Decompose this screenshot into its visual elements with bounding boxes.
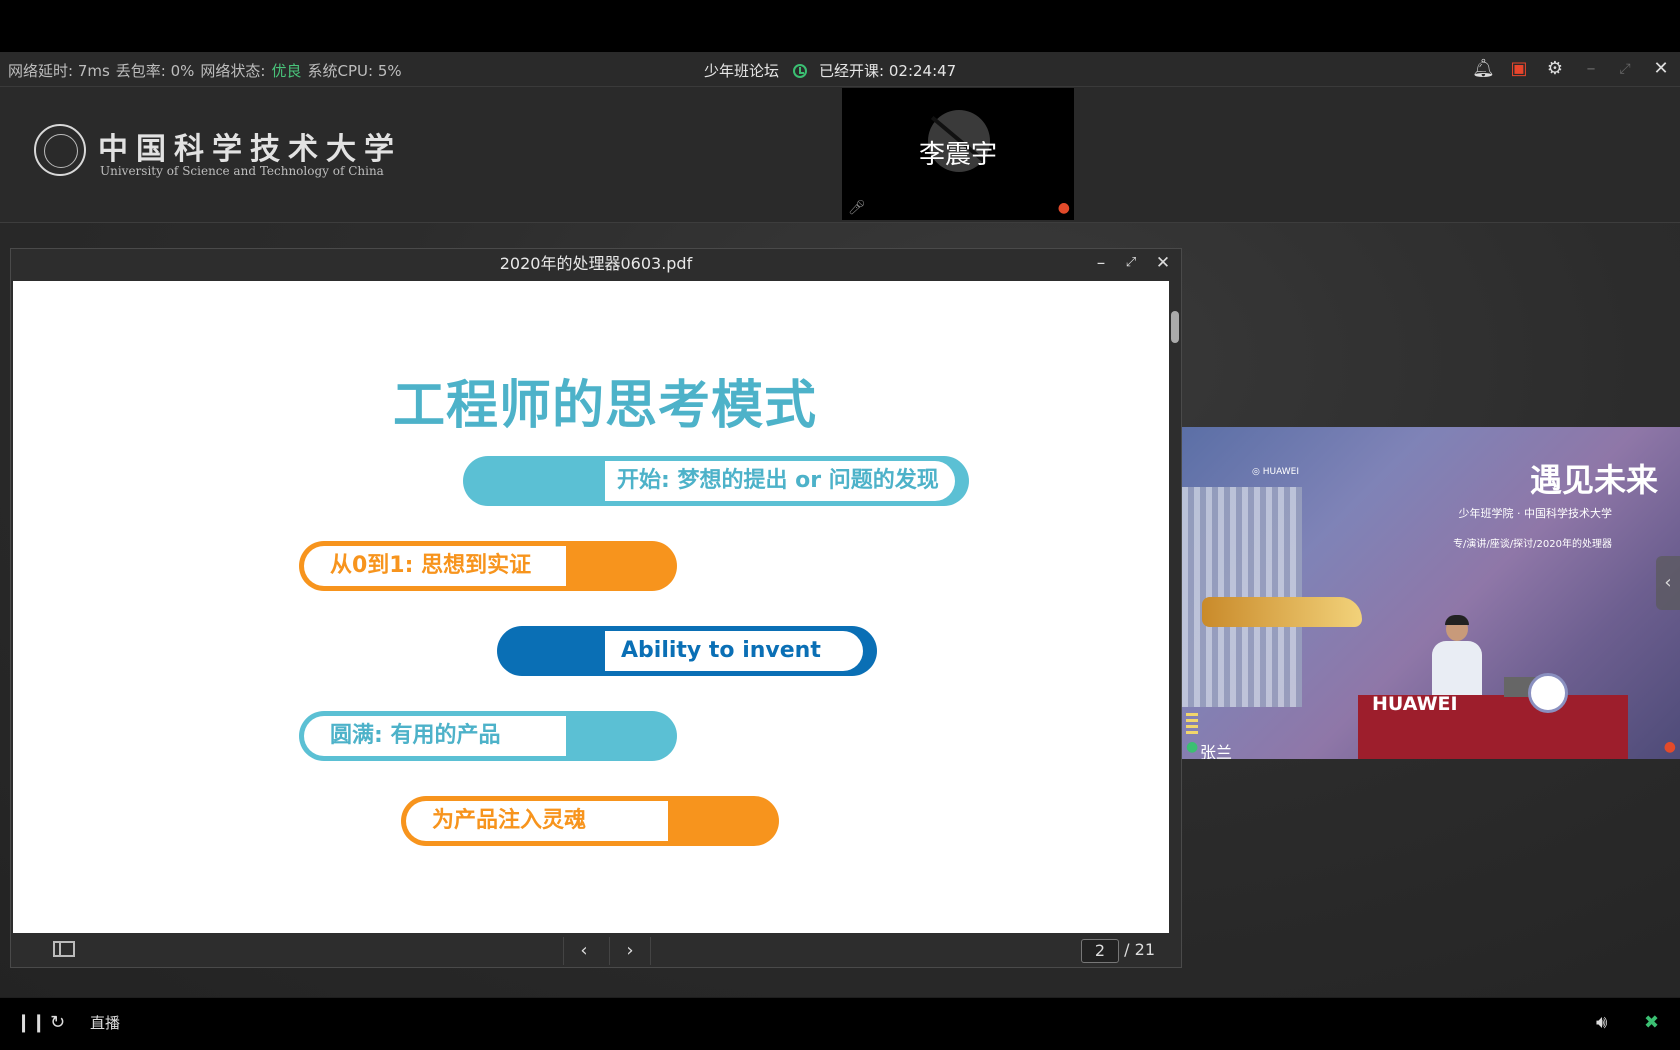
huawei-logo: HUAWEI xyxy=(1372,693,1458,715)
slide-item-start: 开始: 梦想的提出 or 问题的发现 xyxy=(463,456,969,506)
collapse-panel-button[interactable]: ‹ xyxy=(1656,556,1680,610)
clock-icon xyxy=(793,64,808,78)
close-icon[interactable]: ✕ xyxy=(1650,58,1672,80)
gift-icon[interactable]: ▣ xyxy=(1508,58,1530,80)
volume-icon[interactable]: 🔊︎ xyxy=(1596,1012,1607,1034)
cpu-text: 系统CPU: 5% xyxy=(307,62,402,80)
pause-icon[interactable]: ❙❙ xyxy=(16,1012,46,1034)
slide-item-ability: Ability to invent xyxy=(497,626,877,676)
exit-fullscreen-icon[interactable]: ✖ xyxy=(1644,1012,1659,1034)
elapsed-time: 02:24:47 xyxy=(888,62,957,80)
elapsed-label: 已经开课: xyxy=(819,62,885,80)
course-info: 少年班论坛 已经开课: 02:24:47 xyxy=(704,60,956,81)
pdf-toolbar: ‹ › 2 / 21 xyxy=(11,935,1181,967)
pdf-scrollbar[interactable] xyxy=(1169,281,1181,933)
page-total: / 21 xyxy=(1124,940,1155,959)
network-stats: 网络延时: 7ms 丢包率: 0% 网络状态: 优良 系统CPU: 5% xyxy=(8,60,408,81)
latency-text: 网络延时: 7ms xyxy=(8,62,110,80)
packet-loss-text: 丢包率: 0% xyxy=(115,62,195,80)
pdf-scroll-thumb[interactable] xyxy=(1171,311,1179,343)
video-train xyxy=(1202,597,1362,627)
slide-item-complete: 圆满: 有用的产品 xyxy=(299,711,677,761)
status-bar: 网络延时: 7ms 丢包率: 0% 网络状态: 优良 系统CPU: 5% 少年班论坛 已经… xyxy=(0,52,1680,87)
pdf-close-icon[interactable]: ✕ xyxy=(1153,253,1173,273)
video-subline: 少年班学院 · 中国科学技术大学 xyxy=(1458,507,1613,520)
video-camera-icon: ● xyxy=(1663,739,1676,755)
pdf-page: 工程师的思考模式 开始: 梦想的提出 or 问题的发现 从0到1: 思想到实证 … xyxy=(13,281,1169,933)
playback-bar: ❙❙ ↻ 直播 🔊︎ ✖ xyxy=(0,998,1680,1050)
ustc-logo: 中国科学技术大学 University of Science and Techn… xyxy=(30,122,394,184)
camera-status-icon: ● xyxy=(1057,200,1070,216)
maximize-icon[interactable]: ⤢ xyxy=(1614,58,1636,80)
video-headline: 遇见未来 xyxy=(1529,461,1658,499)
participant-name: 李震宇 xyxy=(918,140,997,170)
slide-item-zero-to-one: 从0到1: 思想到实证 xyxy=(299,541,677,591)
sidebar-toggle-icon[interactable] xyxy=(53,941,75,957)
page-number-input[interactable]: 2 xyxy=(1081,939,1119,963)
volume-meter xyxy=(1186,713,1198,737)
slide-title: 工程师的思考模式 xyxy=(393,376,818,436)
video-tagline: 专/演讲/座谈/探讨/2020年的处理器 xyxy=(1453,539,1612,550)
slide-item-soul: 为产品注入灵魂 xyxy=(401,796,779,846)
desk-seal-icon xyxy=(1528,673,1568,713)
top-letterbox xyxy=(0,0,1680,52)
speaker-figure xyxy=(1430,615,1484,697)
pdf-expand-icon[interactable]: ⤢ xyxy=(1121,253,1141,273)
pdf-minimize-icon[interactable]: – xyxy=(1091,253,1111,273)
gear-icon[interactable]: ⚙ xyxy=(1544,58,1566,80)
lecture-video[interactable]: ◎ HUAWEI 遇见未来 少年班学院 · 中国科学技术大学 专/演讲/座谈/探… xyxy=(1182,427,1680,759)
video-sponsor-logos: ◎ HUAWEI xyxy=(1252,467,1299,477)
course-title: 少年班论坛 xyxy=(704,62,780,80)
speaker-name: 张兰 xyxy=(1200,743,1233,759)
network-label: 网络状态: xyxy=(200,62,266,80)
logo-chinese: 中国科学技术大学 xyxy=(98,132,402,167)
logo-english: University of Science and Technology of … xyxy=(100,164,384,178)
ustc-seal-icon xyxy=(34,124,86,176)
network-status-value: 优良 xyxy=(271,62,302,80)
mic-muted-icon: 🎤︎ xyxy=(848,200,866,216)
speaker-mic-icon: ● xyxy=(1186,739,1199,755)
minimize-icon[interactable]: – xyxy=(1580,58,1602,80)
pdf-viewer-window: 2020年的处理器0603.pdf – ⤢ ✕ 工程师的思考模式 开始: 梦想的… xyxy=(10,248,1182,968)
bell-icon[interactable]: 🔔︎ xyxy=(1472,58,1495,80)
next-page-button[interactable]: › xyxy=(609,937,651,965)
pdf-filename: 2020年的处理器0603.pdf xyxy=(499,254,693,273)
participant-tile[interactable]: 李震宇 🎤︎ ● xyxy=(842,88,1074,220)
live-label: 直播 xyxy=(90,1014,121,1032)
prev-page-button[interactable]: ‹ xyxy=(563,937,604,965)
refresh-icon[interactable]: ↻ xyxy=(50,1012,65,1034)
